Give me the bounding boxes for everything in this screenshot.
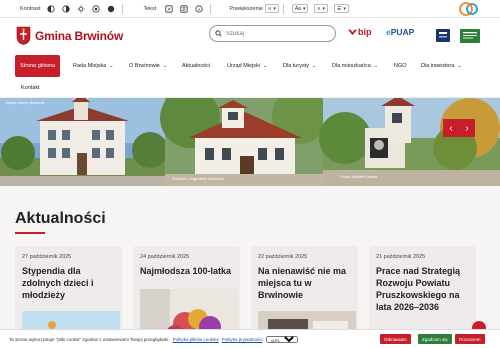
search-box[interactable]: [209, 25, 336, 42]
reject-cookies-button[interactable]: Odmawiam: [380, 334, 411, 344]
nav-item-label: O Brwinowie: [129, 63, 160, 69]
nav-item-tourists[interactable]: Dla turysty ⌄: [283, 55, 316, 77]
divider: [210, 3, 212, 14]
nav-item-label: Rada Miejska: [73, 63, 107, 69]
news-date: 22 październik 2025: [258, 254, 308, 260]
nav-item-city-office[interactable]: Urząd Miejski ⌄: [227, 55, 267, 77]
news-title[interactable]: Najmłodsza 100-latka: [140, 265, 236, 277]
accessibility-logo-icon[interactable]: [458, 1, 480, 17]
epuap-link[interactable]: ePUAP: [386, 27, 414, 37]
font-size-label: Aa: [294, 5, 301, 12]
site-header: Gmina Brwinów bip ePUAP: [0, 18, 500, 53]
text-label: Tekst: [143, 5, 157, 12]
nav-item-investors[interactable]: Dla inwestora ⌄: [421, 55, 462, 77]
font-size-select[interactable]: Aa ▾: [291, 4, 309, 13]
bip-link[interactable]: bip: [348, 27, 372, 37]
heading-underline: [15, 232, 45, 234]
line-height-select[interactable]: ≡ ▾: [314, 4, 328, 13]
nav-item-label: Urząd Miejski: [227, 63, 261, 69]
contrast-bright-icon[interactable]: [76, 4, 85, 13]
understand-cookies-button[interactable]: Rozumiem: [455, 334, 485, 344]
nav-item-contact[interactable]: Kontakt: [21, 77, 40, 99]
epuap-label: PUAP: [390, 27, 415, 37]
accept-cookies-button[interactable]: Zgadzam się: [418, 334, 452, 344]
zoom-label: Powiększenie: [229, 5, 263, 12]
chevron-down-icon: ⌄: [109, 63, 114, 69]
chevron-left-icon: ‹: [449, 122, 453, 134]
slider-prev-button[interactable]: ‹: [443, 119, 459, 137]
news-title[interactable]: Stypendia dla zdolnych dzieci i młodzież…: [22, 265, 118, 301]
logo-text: Gmina Brwinów: [35, 28, 124, 43]
partner-logo-icon: [439, 32, 447, 38]
news-heading: Aktualności: [15, 210, 106, 227]
hero-caption-right: Polski Wojtek Klinica: [340, 174, 377, 179]
partner-badge-blue[interactable]: [436, 29, 450, 42]
news-title[interactable]: Na nienawiść nie ma miejsca tu w Brwinow…: [258, 265, 354, 301]
readable-font-icon[interactable]: a: [194, 4, 203, 13]
cookie-policy-link[interactable]: Polityka plików cookies: [173, 337, 219, 342]
chevron-down-icon: ▾: [302, 5, 306, 12]
chevron-right-icon: ›: [465, 122, 469, 134]
contrast-blue-icon[interactable]: [91, 4, 100, 13]
search-input[interactable]: [226, 30, 326, 37]
hero-image: [0, 98, 500, 186]
partner-badge-green[interactable]: [460, 29, 480, 43]
slider-next-button[interactable]: ›: [459, 119, 475, 137]
privacy-policy-link[interactable]: Polityka prywatności: [222, 337, 263, 342]
contrast-normal-icon[interactable]: [46, 4, 55, 13]
hero-banner: Urząd Gminy Brwinów Brwinów, Zagrodnie B…: [0, 98, 500, 186]
chevron-down-icon: ⌄: [162, 63, 168, 69]
hero-caption-left: Urząd Gminy Brwinów: [5, 100, 45, 105]
chevron-down-icon: ▾: [343, 5, 346, 12]
svg-text:a: a: [198, 6, 201, 11]
contrast-dark-icon[interactable]: [61, 4, 70, 13]
divider: [282, 3, 284, 14]
bip-logo-icon: [348, 29, 357, 36]
nav-item-label: Strona główna: [20, 63, 56, 69]
chevron-down-icon: ⌄: [311, 63, 317, 69]
chevron-down-icon: ▾: [273, 5, 276, 12]
zoom-select[interactable]: ⊟ ▾: [264, 4, 279, 13]
nav-item-label: NGO: [394, 63, 407, 69]
hero-caption-middle: Brwinów, Zagrodnie Brwinów: [172, 176, 224, 181]
letter-spacing-icon[interactable]: [179, 4, 188, 13]
nav-item-home[interactable]: Strona główna: [15, 55, 61, 77]
search-icon: [215, 30, 222, 37]
nav-item-residents[interactable]: Dla mieszkańca ⌄: [332, 55, 378, 77]
main-navigation: Strona główna Rada Miejska ⌄ O Brwinowie ⌄…: [0, 53, 500, 98]
alignment-select[interactable]: ☰ ▾: [333, 4, 349, 13]
news-date: 21 październik 2025: [376, 254, 426, 260]
partner-logo-icon: [463, 32, 477, 39]
nav-item-label: Aktualności: [182, 63, 211, 69]
contrast-label: Kontrast: [20, 5, 41, 12]
contrast-yellow-icon[interactable]: [106, 4, 115, 13]
crest-icon: [16, 26, 31, 45]
divider: [122, 3, 124, 14]
nav-item-label: Dla inwestora: [421, 63, 455, 69]
chevron-down-icon: ⌄: [457, 63, 462, 69]
language-select[interactable]: pl-PL: [265, 335, 298, 343]
nav-item-ngo[interactable]: NGO: [394, 55, 407, 77]
cookie-text: Ta strona wykorzystuje "pliki cookie" zg…: [9, 336, 170, 342]
link-highlight-icon[interactable]: [164, 4, 173, 13]
news-date: 24 październik 2025: [140, 254, 190, 260]
chevron-down-icon: ▾: [322, 5, 325, 12]
news-date: 27 październik 2025: [22, 254, 72, 260]
nav-item-label: Dla mieszkańca: [332, 63, 371, 69]
site-logo[interactable]: Gmina Brwinów: [16, 26, 123, 45]
nav-item-about[interactable]: O Brwinowie ⌄: [129, 55, 167, 77]
nav-item-label: Kontakt: [21, 85, 40, 91]
cookie-consent-bar: Ta strona wykorzystuje "pliki cookie" zg…: [0, 329, 500, 348]
news-title[interactable]: Prace nad Strategią Rozwoju Powiatu Prus…: [376, 265, 472, 313]
chevron-down-icon: ⌄: [263, 63, 268, 69]
chevron-down-icon: ⌄: [373, 63, 379, 69]
nav-item-news[interactable]: Aktualności: [182, 55, 210, 77]
bip-label: bip: [358, 27, 372, 37]
nav-item-city-council[interactable]: Rada Miejska ⌄: [73, 55, 114, 77]
nav-item-label: Dla turysty: [283, 63, 309, 69]
accessibility-toolbar: Kontrast Tekst a Powiększenie ⊟ ▾ Aa ▾ ≡ ▾ …: [0, 0, 500, 18]
